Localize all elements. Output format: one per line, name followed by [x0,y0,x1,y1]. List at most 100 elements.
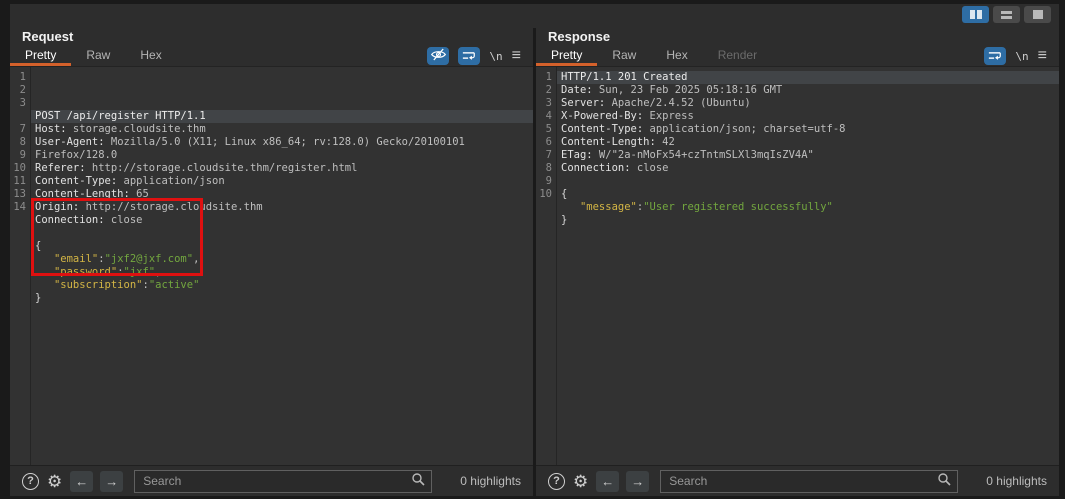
line-number: 3 [536,97,552,110]
next-match-button[interactable]: → [626,471,649,492]
line-number: 13 [10,188,26,201]
prev-match-button[interactable]: ← [70,471,93,492]
line-number [10,214,26,227]
line-number: 10 [10,162,26,175]
columns-icon [970,10,982,19]
line-number: 2 [10,84,26,97]
response-tabs-row: Pretty Raw Hex Render \n [536,46,1059,67]
search-icon [937,472,951,491]
code-line: } [31,292,533,305]
line-number: 3 [10,97,26,110]
top-bar [10,4,1059,28]
split-columns-button[interactable] [962,6,989,23]
single-pane-button[interactable] [1024,6,1051,23]
eye-slash-icon [430,48,447,64]
response-search-input[interactable] [661,474,937,488]
code-line: HTTP/1.1 201 Created [557,71,1059,84]
split-rows-button[interactable] [993,6,1020,23]
request-response-split: Request Pretty Raw Hex [10,28,1059,496]
help-icon[interactable]: ? [22,473,39,490]
code-line: { [557,188,1059,201]
hide-headers-button[interactable] [427,47,449,65]
gear-icon[interactable]: ⚙ [46,473,63,490]
response-line-numbers: 12345678910 [536,67,557,465]
code-line: POST /api/register HTTP/1.1 [31,110,533,123]
code-line: "subscription":"active" [31,279,533,292]
response-tab-hex[interactable]: Hex [651,46,702,66]
line-number [10,253,26,266]
show-newlines-button[interactable]: \n [1015,47,1028,65]
request-tab-hex[interactable]: Hex [125,46,176,66]
request-code[interactable]: POST /api/register HTTP/1.1Host: storage… [31,67,533,465]
request-menu-button[interactable]: ≡ [512,47,521,65]
rows-icon [1001,11,1012,19]
code-line: Connection: close [31,214,533,227]
response-menu-button[interactable]: ≡ [1038,47,1047,65]
code-line: "password":"jxf", [31,266,533,279]
single-pane-icon [1033,10,1043,19]
code-line: Date: Sun, 23 Feb 2025 05:18:16 GMT [557,84,1059,97]
gear-icon[interactable]: ⚙ [572,473,589,490]
request-tabs: Pretty Raw Hex [10,46,177,66]
line-number [536,214,552,227]
request-tab-pretty[interactable]: Pretty [10,46,71,66]
line-number: 2 [536,84,552,97]
response-highlight-count: 0 highlights [965,474,1047,488]
prev-match-button[interactable]: ← [596,471,619,492]
search-icon [411,472,425,491]
response-tab-pretty[interactable]: Pretty [536,46,597,66]
line-number: 4 [536,110,552,123]
response-tab-render: Render [703,46,772,66]
line-number [10,240,26,253]
code-line [31,227,533,240]
layout-switcher [962,6,1051,23]
response-editor: 12345678910 HTTP/1.1 201 CreatedDate: Su… [536,67,1059,465]
response-searchbox [660,470,958,493]
line-number [10,110,26,123]
code-line: Content-Length: 65 [31,188,533,201]
code-line: X-Powered-By: Express [557,110,1059,123]
request-searchbox [134,470,432,493]
code-line: ETag: W/"2a-nMoFx54+czTntmSLXl3mqIsZV4A" [557,149,1059,162]
request-line-numbers: 12378910111314 [10,67,31,465]
wrap-lines-button[interactable] [984,47,1006,65]
request-tabs-row: Pretty Raw Hex [10,46,533,67]
code-line: Firefox/128.0 [31,149,533,162]
code-line: } [557,214,1059,227]
response-tab-raw[interactable]: Raw [597,46,651,66]
code-line: Origin: http://storage.cloudsite.thm [31,201,533,214]
show-newlines-button[interactable]: \n [489,47,502,65]
request-editor: 12378910111314 POST /api/register HTTP/1… [10,67,533,465]
wrap-lines-button[interactable] [458,47,480,65]
request-search-input[interactable] [135,474,411,488]
code-line: "message":"User registered successfully" [557,201,1059,214]
line-number: 11 [10,175,26,188]
request-toolbar: \n ≡ [427,46,533,66]
line-number: 7 [10,123,26,136]
response-search-bar: ? ⚙ ← → 0 highlights [536,465,1059,496]
code-line: Referer: http://storage.cloudsite.thm/re… [31,162,533,175]
code-line: Connection: close [557,162,1059,175]
code-line [557,175,1059,188]
code-line: { [31,240,533,253]
request-search-bar: ? ⚙ ← → 0 highlights [10,465,533,496]
burp-repeater-window: { "colors": { "accent_orange": "#d4612b"… [0,0,1065,499]
code-line: Content-Type: application/json [31,175,533,188]
line-number: 1 [536,71,552,84]
next-match-button[interactable]: → [100,471,123,492]
request-panel-title: Request [10,28,533,46]
response-tabs: Pretty Raw Hex Render [536,46,772,66]
line-number: 9 [536,175,552,188]
code-line: User-Agent: Mozilla/5.0 (X11; Linux x86_… [31,136,533,149]
line-number [536,201,552,214]
wrap-lines-icon [462,49,476,64]
line-number: 1 [10,71,26,84]
code-line: "email":"jxf2@jxf.com", [31,253,533,266]
request-highlight-count: 0 highlights [439,474,521,488]
wrap-lines-icon [988,49,1002,64]
request-tab-raw[interactable]: Raw [71,46,125,66]
line-number: 8 [10,136,26,149]
help-icon[interactable]: ? [548,473,565,490]
code-line: Content-Length: 42 [557,136,1059,149]
response-code[interactable]: HTTP/1.1 201 CreatedDate: Sun, 23 Feb 20… [557,67,1059,465]
